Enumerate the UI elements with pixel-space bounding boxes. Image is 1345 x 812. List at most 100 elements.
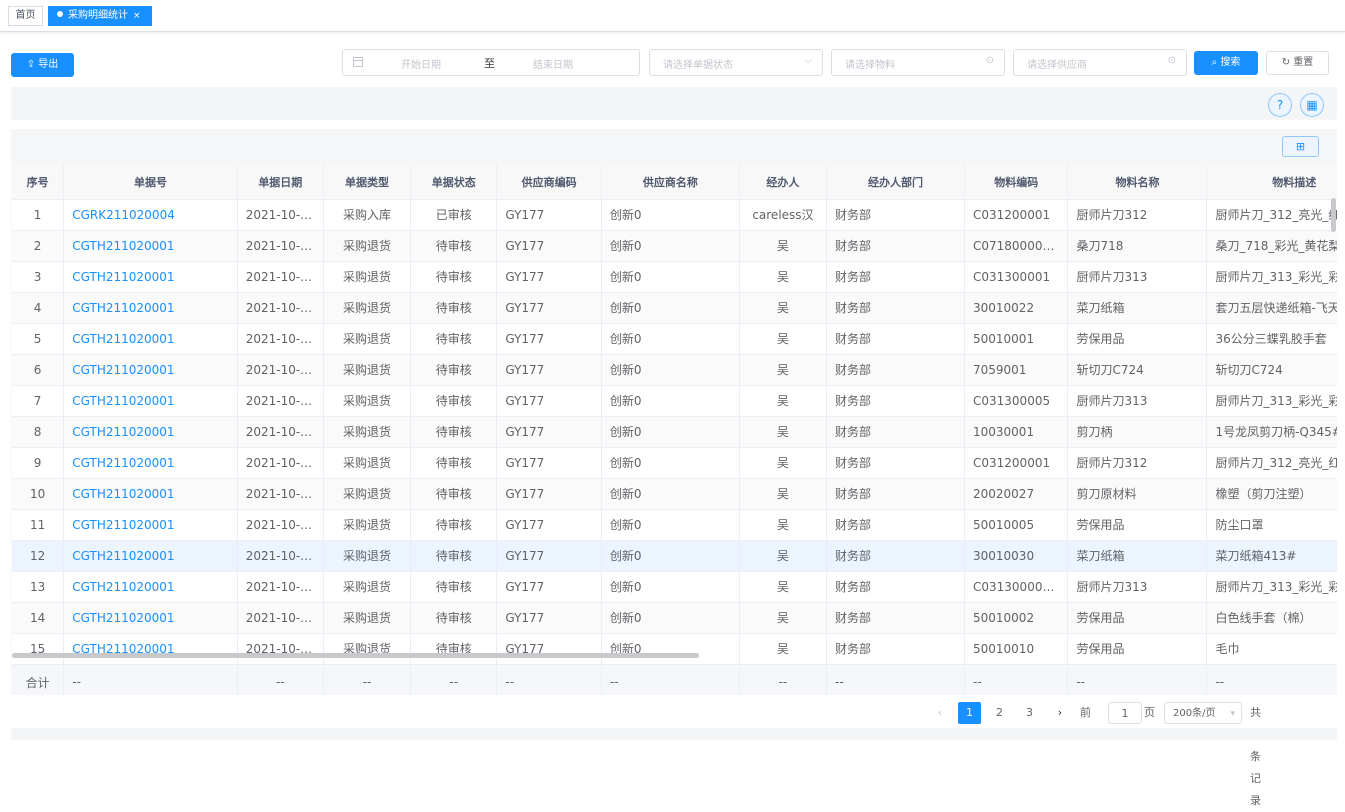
horizontal-scrollbar[interactable] — [12, 653, 699, 658]
goto-page-input[interactable]: 1 — [1108, 702, 1142, 724]
document-number-link[interactable]: CGTH211020001 — [63, 447, 238, 479]
page-size-select[interactable]: 200条/页 ▾ — [1164, 702, 1242, 724]
table-cell: 厨师片刀_312_亮光_红花 — [1206, 447, 1337, 479]
table-row[interactable]: 13 CGTH211020001 2021-10-20 采购退货 待审核 GY177 创新0… — [12, 571, 1337, 603]
table-row[interactable]: 12 CGTH211020001 2021-10-20 采购退货 待审核 GY177 创新0… — [12, 540, 1337, 572]
column-header[interactable]: 序号 — [12, 165, 65, 200]
table-cell: 厨师片刀_313_彩光_彩木 — [1206, 385, 1337, 417]
status-select[interactable]: 请选择单据状态 ⌵ — [649, 49, 823, 76]
table-cell: 白色线手套（棉） — [1206, 602, 1337, 634]
table-cell: 待审核 — [410, 385, 498, 417]
material-select[interactable]: 请选择物料 ⊙ — [831, 49, 1005, 76]
reset-label: 重置 — [1293, 57, 1314, 68]
supplier-select[interactable]: 请选择供应商 ⊙ — [1013, 49, 1187, 76]
document-number-link[interactable]: CGTH211020001 — [63, 540, 238, 572]
document-number-link[interactable]: CGTH211020001 — [63, 509, 238, 541]
table-cell: 吴 — [739, 447, 828, 479]
column-header[interactable]: 物料名称 — [1067, 165, 1208, 200]
table-cell: 吴 — [739, 230, 828, 262]
column-header[interactable]: 物料编码 — [964, 165, 1069, 200]
column-settings-icon[interactable]: ⊞ — [1282, 136, 1319, 157]
document-number-link[interactable]: CGTH211020001 — [63, 602, 238, 634]
document-number-link[interactable]: CGTH211020001 — [63, 261, 238, 293]
table-row[interactable]: 7 CGTH211020001 2021-10-20 采购退货 待审核 GY177 创新0 吴… — [12, 385, 1337, 417]
table-row[interactable]: 15 CGTH211020001 2021-10-20 采购退货 待审核 GY177 创新0… — [12, 633, 1337, 665]
table-row[interactable]: 1 CGRK211020004 2021-10-20 采购入库 已审核 GY177 创新0 c… — [12, 199, 1337, 231]
table-cell: 待审核 — [410, 602, 498, 634]
table-cell: GY177 — [496, 354, 602, 386]
table-cell: 创新0 — [601, 416, 740, 448]
table-cell: GY177 — [496, 633, 602, 665]
table-row[interactable]: 9 CGTH211020001 2021-10-20 采购退货 待审核 GY177 创新0 吴… — [12, 447, 1337, 479]
next-page-button[interactable]: › — [1050, 702, 1070, 724]
document-number-link[interactable]: CGTH211020001 — [63, 633, 238, 665]
table-cell: 创新0 — [601, 571, 740, 603]
table-cell: 采购退货 — [323, 230, 412, 262]
table-row[interactable]: 2 CGTH211020001 2021-10-20 采购退货 待审核 GY177 创新0 吴… — [12, 230, 1337, 262]
close-icon[interactable]: × — [133, 11, 141, 21]
status-placeholder: 请选择单据状态 — [663, 60, 733, 71]
table-row[interactable]: 4 CGTH211020001 2021-10-20 采购退货 待审核 GY177 创新0 吴… — [12, 292, 1337, 324]
table-cell: 吴 — [739, 292, 828, 324]
prev-page-button[interactable]: ‹ — [930, 702, 950, 724]
export-button[interactable]: ⇪ 导出 — [11, 53, 74, 77]
table-cell: 套刀五层快递纸箱-飞天 — [1206, 292, 1337, 324]
column-header[interactable]: 单据状态 — [410, 165, 498, 200]
table-cell: 50010005 — [964, 509, 1069, 541]
table-cell: 7 — [12, 385, 65, 417]
column-header[interactable]: 单据类型 — [323, 165, 412, 200]
column-header[interactable]: 供应商名称 — [601, 165, 740, 200]
document-number-link[interactable]: CGRK211020004 — [63, 199, 238, 231]
document-number-link[interactable]: CGTH211020001 — [63, 478, 238, 510]
tag-home[interactable]: 首页 — [8, 6, 43, 26]
table-cell: 创新0 — [601, 509, 740, 541]
document-number-link[interactable]: CGTH211020001 — [63, 416, 238, 448]
document-number-link[interactable]: CGTH211020001 — [63, 385, 238, 417]
date-range-picker[interactable]: 开始日期 至 结束日期 — [342, 49, 640, 76]
page-1-button[interactable]: 1 — [958, 702, 981, 724]
table-cell: 财务部 — [826, 292, 965, 324]
table-cell: 1 — [12, 199, 65, 231]
table-cell: 待审核 — [410, 292, 498, 324]
document-number-link[interactable]: CGTH211020001 — [63, 292, 238, 324]
column-header[interactable]: 经办人部门 — [826, 165, 965, 200]
column-header[interactable]: 供应商编码 — [496, 165, 602, 200]
table-row[interactable]: 11 CGTH211020001 2021-10-20 采购退货 待审核 GY177 创新0… — [12, 509, 1337, 541]
table-cell: 创新0 — [601, 447, 740, 479]
table-cell: 13 — [12, 571, 65, 603]
column-header[interactable]: 单据日期 — [237, 165, 324, 200]
date-end-input[interactable]: 结束日期 — [533, 56, 573, 71]
question-icon[interactable]: ? — [1268, 93, 1292, 117]
table-row[interactable]: 6 CGTH211020001 2021-10-20 采购退货 待审核 GY177 创新0 吴… — [12, 354, 1337, 386]
reset-button[interactable]: ↻ 重置 — [1266, 51, 1329, 75]
footer-cell: -- — [1206, 664, 1337, 695]
export-label: 导出 — [38, 59, 59, 70]
table-cell: 财务部 — [826, 540, 965, 572]
table-row[interactable]: 10 CGTH211020001 2021-10-20 采购退货 待审核 GY177 创新0… — [12, 478, 1337, 510]
search-button[interactable]: ⌕ 搜索 — [1194, 51, 1258, 75]
table-row[interactable]: 5 CGTH211020001 2021-10-20 采购退货 待审核 GY177 创新0 吴… — [12, 323, 1337, 355]
grid-icon[interactable]: ▦ — [1300, 93, 1324, 117]
column-header[interactable]: 经办人 — [739, 165, 828, 200]
page-3-button[interactable]: 3 — [1018, 702, 1041, 724]
document-number-link[interactable]: CGTH211020001 — [63, 230, 238, 262]
total-records: 共 433 条记录 — [1250, 706, 1271, 807]
table-cell: C031200001 — [964, 199, 1069, 231]
table-cell: 待审核 — [410, 354, 498, 386]
page-2-button[interactable]: 2 — [988, 702, 1011, 724]
column-header[interactable]: 物料描述 — [1206, 165, 1337, 200]
tag-active[interactable]: 采购明细统计 × — [48, 6, 152, 26]
table-cell: 2021-10-20 — [237, 323, 324, 355]
document-number-link[interactable]: CGTH211020001 — [63, 354, 238, 386]
table-cell: 采购退货 — [323, 385, 412, 417]
vertical-scrollbar[interactable] — [1331, 198, 1336, 232]
table-cell: 待审核 — [410, 323, 498, 355]
table-row[interactable]: 8 CGTH211020001 2021-10-20 采购退货 待审核 GY177 创新0 吴… — [12, 416, 1337, 448]
search-icon: ⊙ — [985, 55, 994, 66]
table-row[interactable]: 14 CGTH211020001 2021-10-20 采购退货 待审核 GY177 创新0… — [12, 602, 1337, 634]
table-row[interactable]: 3 CGTH211020001 2021-10-20 采购退货 待审核 GY177 创新0 吴… — [12, 261, 1337, 293]
column-header[interactable]: 单据号 — [63, 165, 238, 200]
document-number-link[interactable]: CGTH211020001 — [63, 323, 238, 355]
date-start-input[interactable]: 开始日期 — [401, 56, 441, 71]
document-number-link[interactable]: CGTH211020001 — [63, 571, 238, 603]
